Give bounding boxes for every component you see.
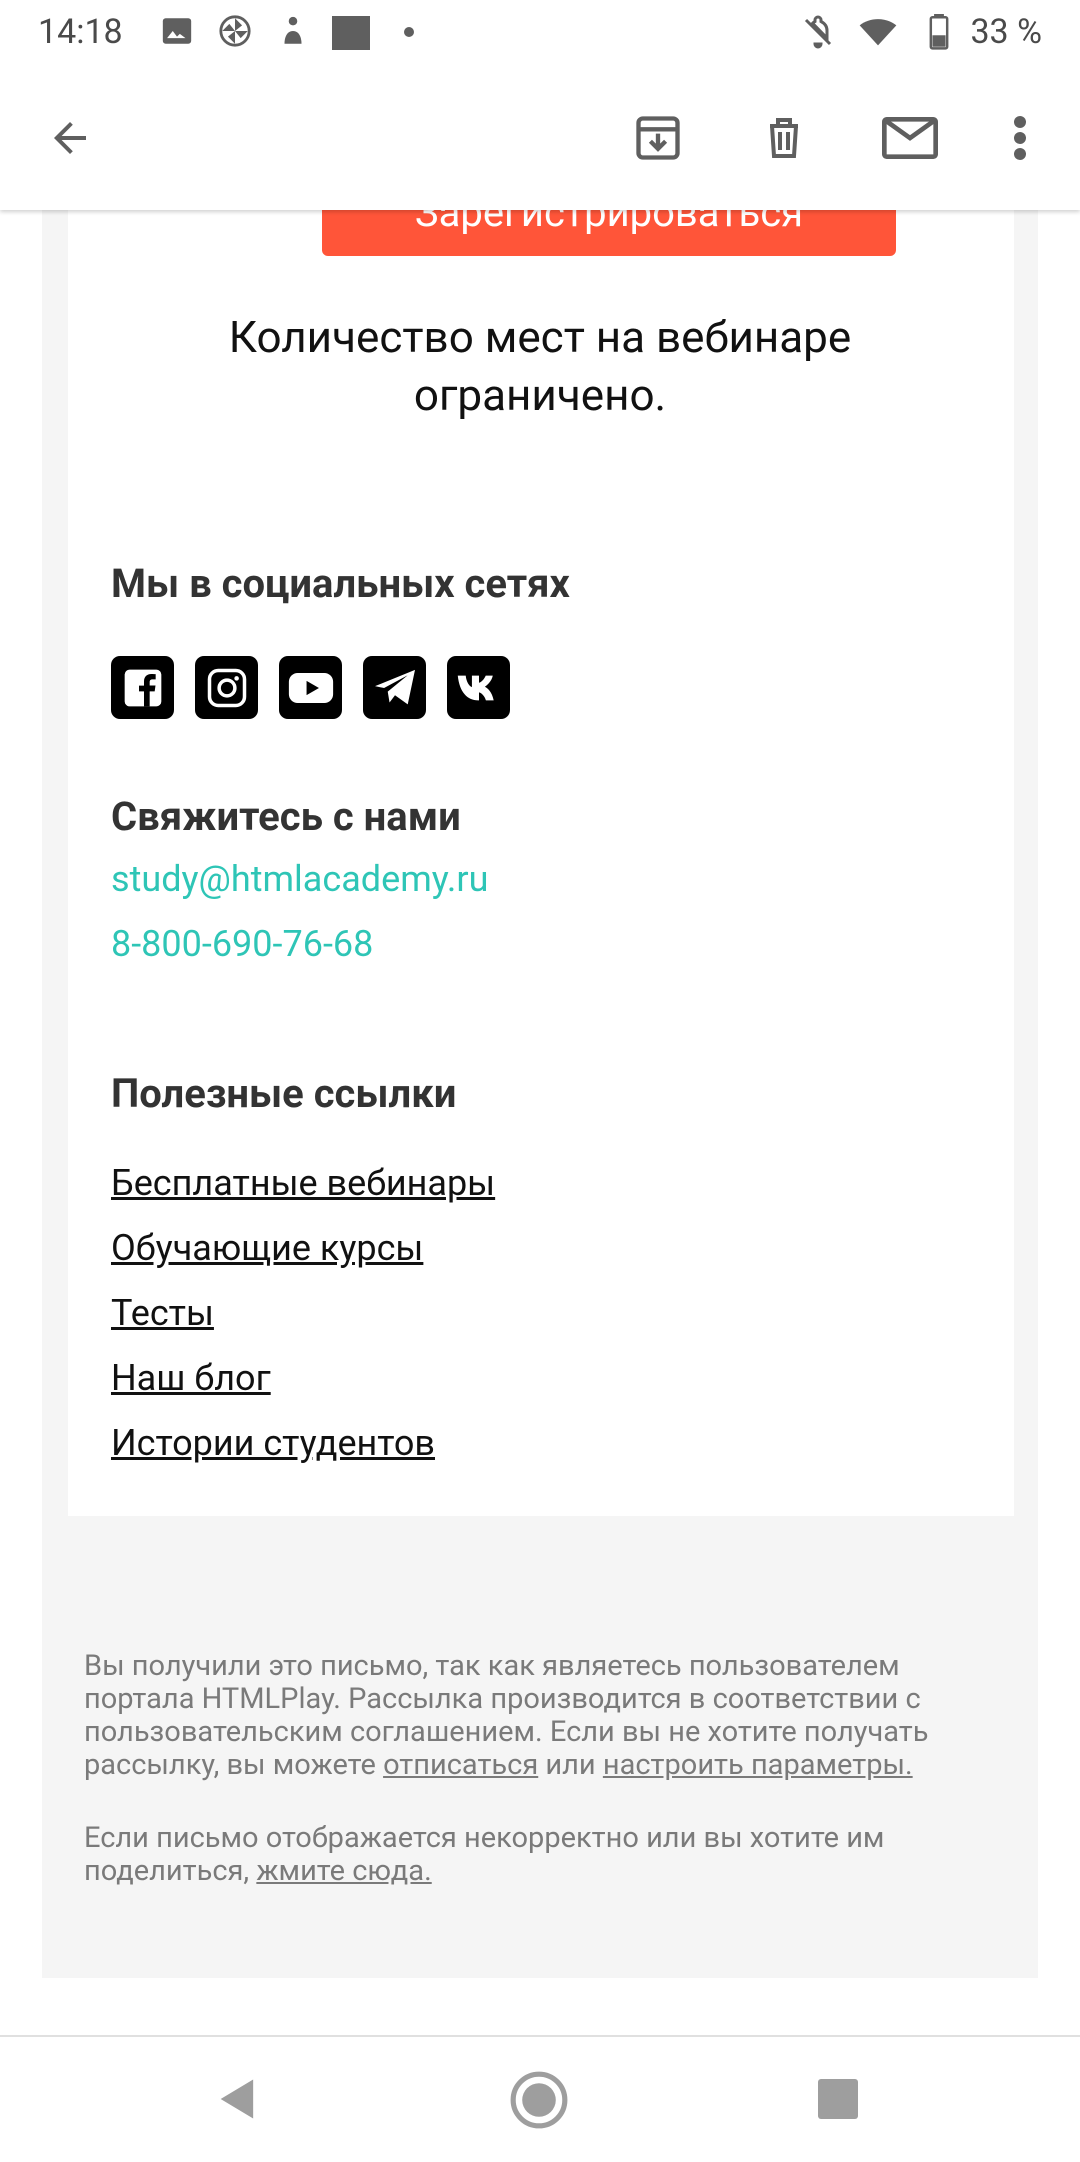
footer-share-notice: Если письмо отображается некорректно или… — [84, 1822, 1004, 1888]
telegram-link[interactable] — [363, 656, 426, 719]
email-card: Зарегистрироваться Количество мест на ве… — [68, 210, 1014, 1516]
link-student-stories[interactable]: Истории студентов — [111, 1422, 435, 1464]
facebook-link[interactable] — [111, 656, 174, 719]
archive-button[interactable] — [626, 106, 690, 170]
battery-icon — [929, 14, 949, 50]
vk-icon — [457, 675, 494, 700]
vk-link[interactable] — [447, 656, 510, 719]
status-bar: 14:18 33 % — [0, 0, 1080, 66]
mail-icon — [882, 117, 938, 159]
app-bar — [0, 66, 1080, 210]
square-icon — [332, 16, 370, 50]
mark-unread-button[interactable] — [878, 106, 942, 170]
seats-limited-text: Количество мест на вебинаре ограничено. — [130, 308, 950, 424]
dot-icon — [404, 27, 414, 37]
facebook-icon — [124, 669, 161, 706]
bell-off-icon — [804, 15, 832, 49]
back-arrow-icon — [54, 122, 86, 154]
footer-or-text: или — [538, 1748, 603, 1782]
link-our-blog[interactable]: Наш блог — [111, 1357, 271, 1399]
instagram-icon — [207, 668, 246, 707]
nav-recents-icon[interactable] — [818, 2079, 858, 2119]
archive-icon — [636, 116, 680, 160]
youtube-icon — [288, 672, 333, 703]
social-heading: Мы в социальных сетях — [111, 560, 570, 607]
nav-home-icon[interactable] — [508, 2069, 570, 2131]
link-training-courses[interactable]: Обучающие курсы — [111, 1227, 423, 1269]
useful-links-heading: Полезные ссылки — [111, 1070, 457, 1117]
instagram-link[interactable] — [195, 656, 258, 719]
settings-link[interactable]: настроить параметры. — [603, 1748, 913, 1782]
contact-phone-link[interactable]: 8-800-690-76-68 — [111, 923, 373, 965]
nav-back-icon[interactable] — [212, 2073, 264, 2125]
click-here-link[interactable]: жмите сюда. — [256, 1854, 431, 1888]
link-tests[interactable]: Тесты — [111, 1292, 214, 1334]
youtube-link[interactable] — [279, 656, 342, 719]
contact-email-link[interactable]: study@htmlacademy.ru — [111, 858, 488, 900]
pinwheel-icon — [219, 15, 251, 47]
wifi-icon — [859, 19, 897, 46]
contact-heading: Свяжитесь с нами — [111, 793, 461, 840]
link-free-webinars[interactable]: Бесплатные вебинары — [111, 1162, 495, 1204]
status-time: 14:18 — [38, 12, 123, 52]
figure-icon — [284, 16, 302, 44]
more-options-button[interactable] — [990, 106, 1050, 170]
more-vert-icon — [1014, 116, 1026, 160]
register-button[interactable]: Зарегистрироваться — [322, 210, 896, 256]
seats-limited-line-1: Количество мест на вебинаре — [228, 311, 852, 363]
back-button[interactable] — [38, 106, 102, 170]
unsubscribe-link[interactable]: отписаться — [383, 1748, 538, 1782]
battery-percentage: 33 % — [970, 12, 1042, 52]
telegram-icon — [374, 669, 415, 704]
image-icon — [162, 18, 192, 44]
navigation-bar — [0, 2035, 1080, 2162]
social-icons — [111, 656, 510, 719]
footer-notice: Вы получили это письмо, так как являетес… — [84, 1650, 1004, 1782]
email-body[interactable]: Зарегистрироваться Количество мест на ве… — [0, 210, 1080, 2035]
trash-icon — [770, 118, 798, 158]
seats-limited-line-2: ограничено. — [413, 369, 667, 421]
footer-share-text: Если письмо отображается некорректно или… — [84, 1821, 885, 1888]
delete-button[interactable] — [752, 106, 816, 170]
